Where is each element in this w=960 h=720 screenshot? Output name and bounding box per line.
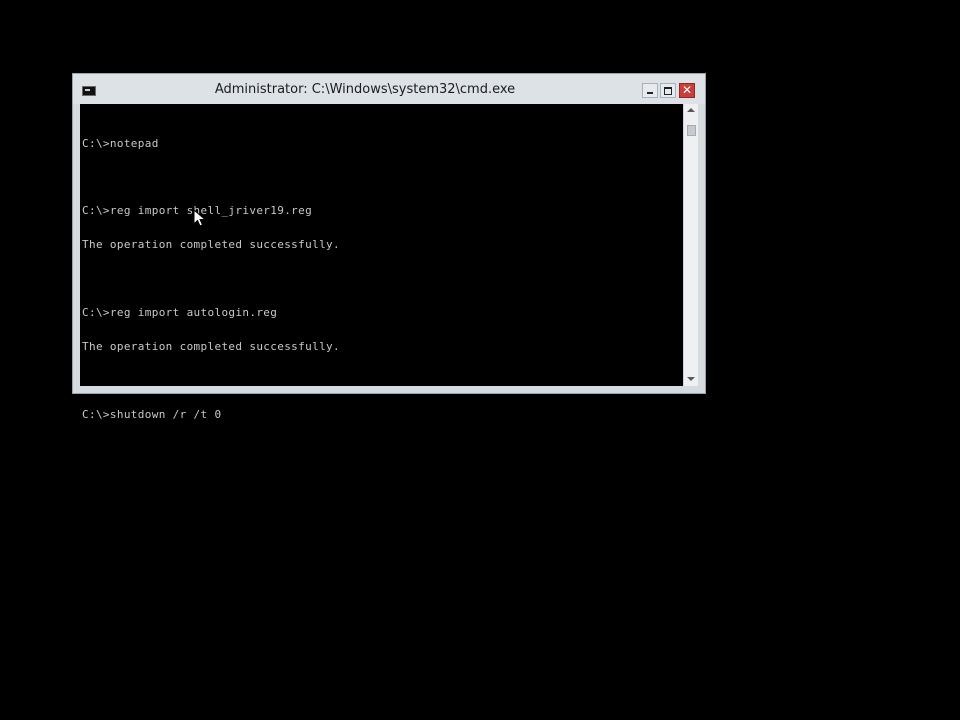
console-line: C:\>notepad	[82, 136, 159, 150]
minimize-button[interactable]	[642, 83, 658, 98]
scroll-thumb[interactable]	[687, 125, 696, 136]
scroll-down-arrow-icon[interactable]	[687, 377, 695, 381]
cmd-window[interactable]: Administrator: C:\Windows\system32\cmd.e…	[72, 73, 706, 420]
console-line: C:\>reg import shell_jriver19.reg	[82, 204, 313, 218]
close-icon: ✕	[681, 83, 693, 97]
console-line: C:\>reg import autologin.reg	[82, 306, 278, 320]
vertical-scrollbar[interactable]	[683, 104, 698, 386]
console-line: C:\>shutdown /r /t 0	[82, 407, 222, 421]
console-output[interactable]: C:\>notepad C:\>reg import shell_jriver1…	[80, 104, 683, 420]
title-bar[interactable]: Administrator: C:\Windows\system32\cmd.e…	[73, 74, 705, 104]
window-title: Administrator: C:\Windows\system32\cmd.e…	[214, 82, 516, 97]
desktop: Administrator: C:\Windows\system32\cmd.e…	[0, 0, 960, 720]
close-button[interactable]: ✕	[679, 83, 695, 98]
maximize-button[interactable]	[660, 83, 676, 98]
scroll-up-arrow-icon[interactable]	[687, 108, 695, 112]
console-line: The operation completed successfully.	[82, 339, 340, 353]
mouse-pointer-icon	[193, 209, 207, 227]
console-lines: C:\>notepad C:\>reg import shell_jriver1…	[82, 115, 340, 443]
console-line: The operation completed successfully.	[82, 238, 340, 252]
